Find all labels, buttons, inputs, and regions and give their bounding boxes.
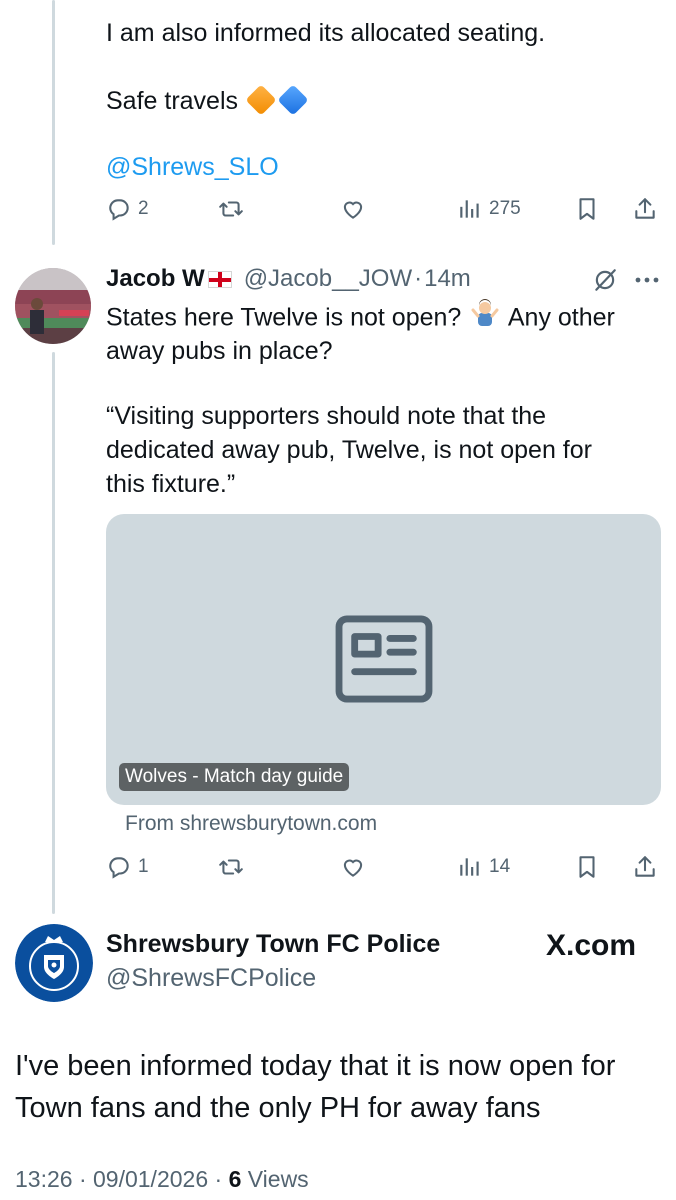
shrug-icon [471, 298, 499, 335]
like-button[interactable] [340, 196, 366, 222]
tweet2-quote-line1: “Visiting supporters should note that th… [106, 402, 547, 430]
quoted-timestamp: 13:26 · 09/01/2026 · [15, 1166, 229, 1192]
tweet2-quote-line3: this fixture.” [106, 470, 236, 498]
bookmark-icon [579, 198, 595, 220]
police-badge-logo [15, 924, 93, 1002]
link-preview-card[interactable]: Wolves - Match day guide [106, 514, 661, 805]
stadium-photo-icon [15, 268, 91, 344]
retweet-button[interactable] [218, 854, 244, 880]
bookmark-button[interactable] [574, 196, 600, 222]
article-icon [335, 615, 433, 703]
views-count: 14 [489, 856, 511, 877]
retweet-icon [219, 201, 243, 217]
like-button[interactable] [340, 854, 366, 880]
tweet2-text-b: Any other [507, 303, 615, 332]
tweet1-actions: 2 275 [106, 196, 658, 226]
tweet1-line1: I am also informed its allocated seating… [106, 19, 546, 47]
retweet-button[interactable] [218, 196, 244, 222]
retweet-icon [219, 859, 243, 875]
quoted-views-label: Views [241, 1166, 309, 1192]
more-options-button[interactable] [633, 270, 661, 290]
bookmark-icon [579, 856, 595, 878]
thread-line-top [52, 0, 55, 245]
england-flag-icon [207, 270, 232, 288]
quoted-body-line1: I've been informed today that it is now … [15, 1050, 616, 1082]
views-icon [460, 858, 479, 876]
display-name[interactable]: Jacob W [106, 265, 205, 293]
avatar-jacob[interactable] [15, 268, 91, 344]
tweet2-text-a: States here Twelve is not open? [106, 303, 462, 332]
quoted-views-count: 6 [228, 1166, 242, 1192]
share-button[interactable] [632, 196, 658, 222]
share-icon [635, 856, 655, 877]
more-icon [635, 277, 659, 283]
tweet2-text-line2: away pubs in place? [106, 337, 333, 365]
x-com-logo: X.com [546, 929, 637, 962]
views-icon [460, 200, 479, 218]
quoted-body: I've been informed today that it is now … [15, 1045, 665, 1129]
reply-icon [109, 857, 129, 879]
orange-diamond-icon [245, 84, 277, 116]
card-title: Wolves - Match day guide [119, 763, 350, 791]
mention-link[interactable]: @Shrews_SLO [106, 150, 279, 184]
reply-count: 2 [138, 198, 149, 219]
bookmark-button[interactable] [574, 854, 600, 880]
quoted-account-handle[interactable]: @ShrewsFCPolice [106, 964, 316, 993]
grok-icon-button[interactable] [592, 267, 618, 293]
share-button[interactable] [632, 854, 658, 880]
avatar-police[interactable] [15, 924, 93, 1002]
quoted-body-line2: Town fans and the only PH for away fans [15, 1092, 541, 1124]
heart-icon [343, 859, 363, 877]
blue-diamond-icon [277, 84, 309, 116]
safe-travels-text: Safe travels [106, 87, 239, 115]
card-source[interactable]: From shrewsburytown.com [125, 812, 377, 836]
reply-count: 1 [138, 856, 149, 877]
views-button[interactable]: 14 [457, 854, 510, 880]
reply-icon [109, 199, 129, 221]
thread-line-middle [52, 352, 55, 914]
reply-button[interactable]: 2 [106, 196, 149, 222]
quoted-account-name[interactable]: Shrewsbury Town FC Police [106, 930, 440, 959]
tweet2-header: Jacob W @Jacob__JOW · 14m [106, 262, 471, 296]
reply-button[interactable]: 1 [106, 854, 149, 880]
quoted-meta: 13:26 · 09/01/2026 · 6 Views [15, 1166, 309, 1193]
heart-icon [343, 201, 363, 219]
tweet1-line2: Safe travels [106, 84, 309, 118]
separator-dot: · [414, 265, 423, 292]
grok-icon [595, 269, 616, 291]
user-handle[interactable]: @Jacob__JOW [244, 265, 412, 293]
tweet2-quote-line2: dedicated away pub, Twelve, is not open … [106, 436, 592, 464]
timestamp[interactable]: 14m [424, 265, 471, 293]
share-icon [635, 198, 655, 219]
views-count: 275 [489, 198, 521, 219]
views-button[interactable]: 275 [457, 196, 521, 222]
tweet2-actions: 1 14 [106, 854, 658, 884]
